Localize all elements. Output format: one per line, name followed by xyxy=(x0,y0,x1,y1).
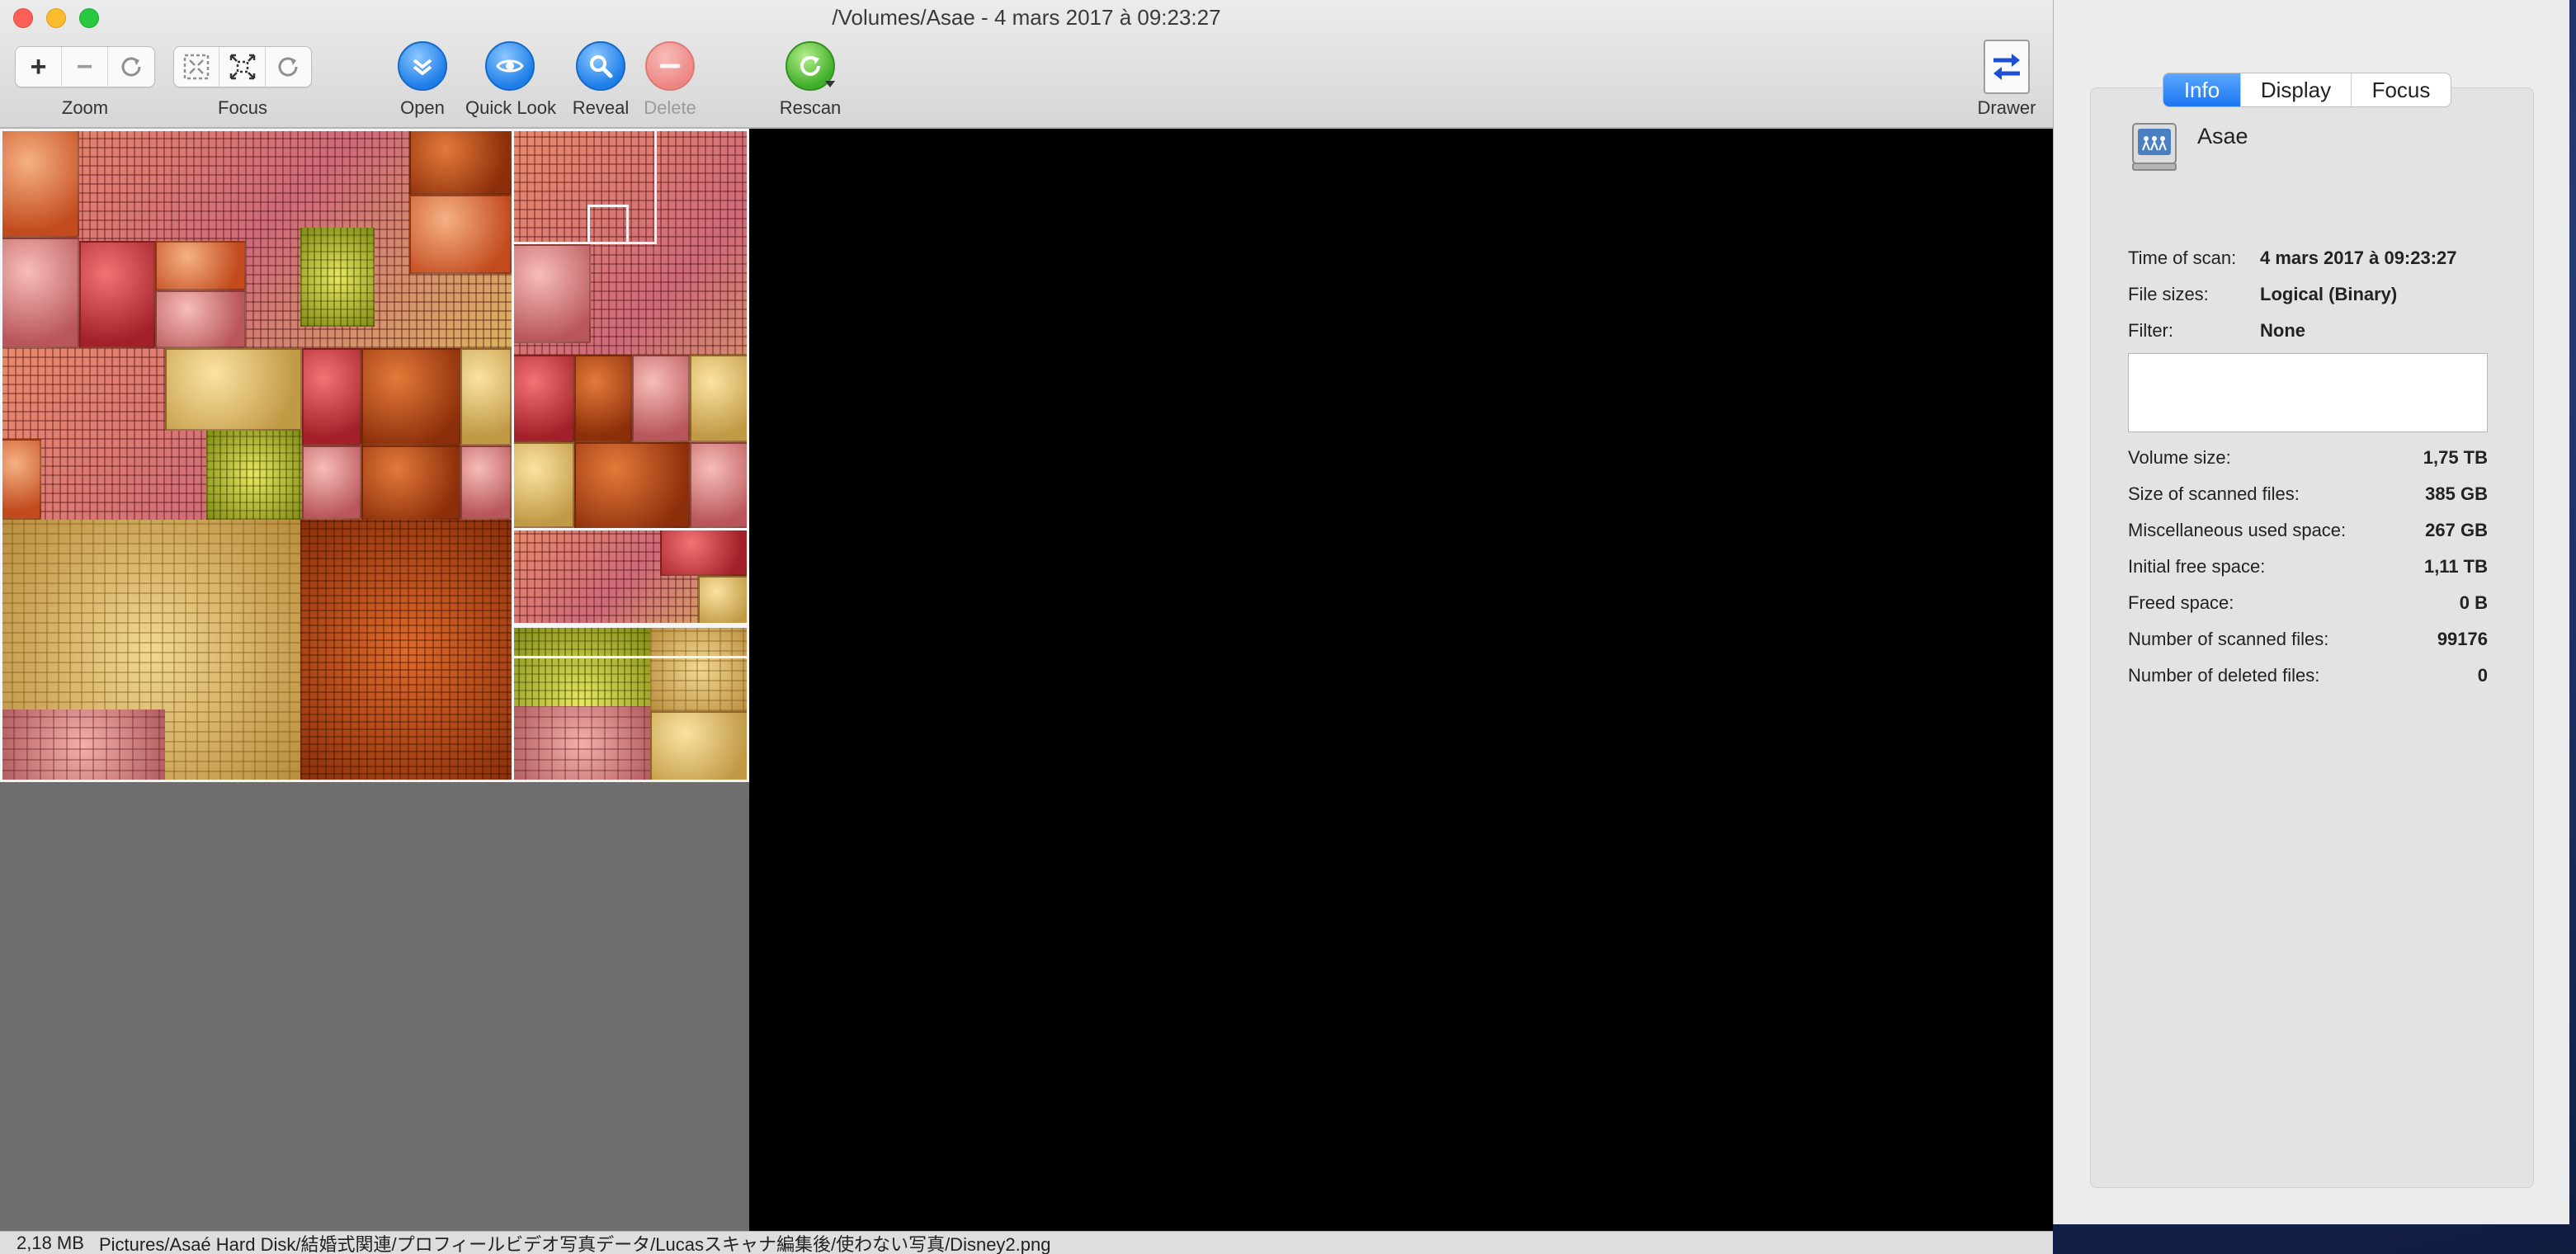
size-value: 99176 xyxy=(2437,629,2488,649)
open-button[interactable] xyxy=(398,41,447,91)
open-label: Open xyxy=(400,97,445,118)
size-label: Number of deleted files: xyxy=(2128,665,2320,686)
focus-out-button[interactable] xyxy=(219,47,266,87)
quick-look-label: Quick Look xyxy=(465,97,557,118)
rescan-menu-arrow-icon[interactable] xyxy=(825,81,835,87)
focus-control xyxy=(173,46,312,87)
focus-in-button[interactable] xyxy=(174,47,220,87)
open-icon xyxy=(413,59,432,76)
tab-info[interactable]: Info xyxy=(2163,73,2241,106)
info-label: Time of scan: xyxy=(2128,248,2237,268)
info-filter: Filter: None xyxy=(2128,320,2491,342)
count-scanned-files: Number of scanned files: 99176 xyxy=(2128,629,2488,650)
window-titlebar: /Volumes/Asae - 4 mars 2017 à 09:23:27 +… xyxy=(0,0,2053,129)
size-label: Freed space: xyxy=(2128,592,2234,613)
size-initial-free: Initial free space: 1,11 TB xyxy=(2128,556,2488,578)
tab-focus[interactable]: Focus xyxy=(2352,73,2451,106)
zoom-reset-button[interactable] xyxy=(108,47,154,87)
treemap-outer-outline xyxy=(0,129,749,782)
size-label: Size of scanned files: xyxy=(2128,483,2300,504)
info-drawer: Info Display Focus Asae Time of scan: 4 … xyxy=(2053,0,2569,1224)
drawer-button[interactable] xyxy=(1984,40,2030,94)
rescan-label: Rescan xyxy=(779,97,842,118)
expand-icon xyxy=(229,54,255,80)
tab-display[interactable]: Display xyxy=(2241,73,2352,106)
minus-icon: − xyxy=(76,50,93,82)
status-file-size: 2,18 MB xyxy=(17,1232,84,1253)
size-misc-used: Miscellaneous used space: 267 GB xyxy=(2128,520,2488,541)
delete-label: Delete xyxy=(644,97,696,118)
magnifier-icon xyxy=(590,55,613,78)
info-value: 4 mars 2017 à 09:23:27 xyxy=(2260,248,2457,268)
info-value: None xyxy=(2260,320,2305,341)
quick-look-button[interactable] xyxy=(485,41,535,91)
size-value: 0 B xyxy=(2459,592,2488,613)
filter-description-box xyxy=(2128,353,2488,432)
volume-name: Asae xyxy=(2197,124,2248,148)
empty-view-area xyxy=(749,129,2053,1231)
eye-icon xyxy=(496,59,524,73)
size-value: 1,75 TB xyxy=(2423,447,2488,468)
status-bar: 2,18 MB Pictures/Asaé Hard Disk/結婚式関連/プロ… xyxy=(0,1231,2053,1254)
zoom-label: Zoom xyxy=(61,97,109,118)
zoom-control: + − xyxy=(15,46,155,87)
reset-arrow-icon xyxy=(278,57,298,77)
info-label: File sizes: xyxy=(2128,284,2209,304)
size-freed: Freed space: 0 B xyxy=(2128,592,2488,614)
reveal-button[interactable] xyxy=(576,41,625,91)
size-volume: Volume size: 1,75 TB xyxy=(2128,447,2488,469)
size-label: Number of scanned files: xyxy=(2128,629,2329,649)
minus-circle-icon xyxy=(659,64,681,68)
info-file-sizes: File sizes: Logical (Binary) xyxy=(2128,284,2491,305)
drawer-tabs: Info Display Focus xyxy=(2163,73,2451,107)
reset-arrow-icon xyxy=(121,57,141,77)
focus-reset-button[interactable] xyxy=(266,47,311,87)
shrink-icon xyxy=(183,54,210,80)
treemap-view[interactable] xyxy=(0,129,749,782)
swap-arrows-icon xyxy=(1993,54,2020,80)
refresh-icon xyxy=(800,55,820,76)
treemap-pane xyxy=(0,129,749,1231)
plus-icon: + xyxy=(30,50,47,82)
zoom-in-button[interactable]: + xyxy=(16,47,62,87)
size-value: 1,11 TB xyxy=(2423,556,2488,577)
size-label: Volume size: xyxy=(2128,447,2231,468)
info-value: Logical (Binary) xyxy=(2260,284,2398,304)
size-value: 0 xyxy=(2477,665,2488,686)
focus-label: Focus xyxy=(218,97,267,118)
zoom-out-button[interactable]: − xyxy=(62,47,108,87)
delete-button[interactable] xyxy=(645,41,695,91)
size-label: Initial free space: xyxy=(2128,556,2266,577)
info-time-of-scan: Time of scan: 4 mars 2017 à 09:23:27 xyxy=(2128,248,2491,269)
size-scanned-files: Size of scanned files: 385 GB xyxy=(2128,483,2488,505)
main-window: /Volumes/Asae - 4 mars 2017 à 09:23:27 +… xyxy=(0,0,2053,1254)
drawer-label: Drawer xyxy=(1977,97,2036,118)
size-value: 385 GB xyxy=(2425,483,2488,504)
size-value: 267 GB xyxy=(2425,520,2488,540)
size-label: Miscellaneous used space: xyxy=(2128,520,2347,540)
window-title: /Volumes/Asae - 4 mars 2017 à 09:23:27 xyxy=(832,5,1221,30)
status-file-path: Pictures/Asaé Hard Disk/結婚式関連/プロフィールビデオ写… xyxy=(98,1233,1051,1254)
info-label: Filter: xyxy=(2128,320,2173,341)
count-deleted-files: Number of deleted files: 0 xyxy=(2128,665,2488,686)
hard-drive-icon xyxy=(2132,123,2177,171)
